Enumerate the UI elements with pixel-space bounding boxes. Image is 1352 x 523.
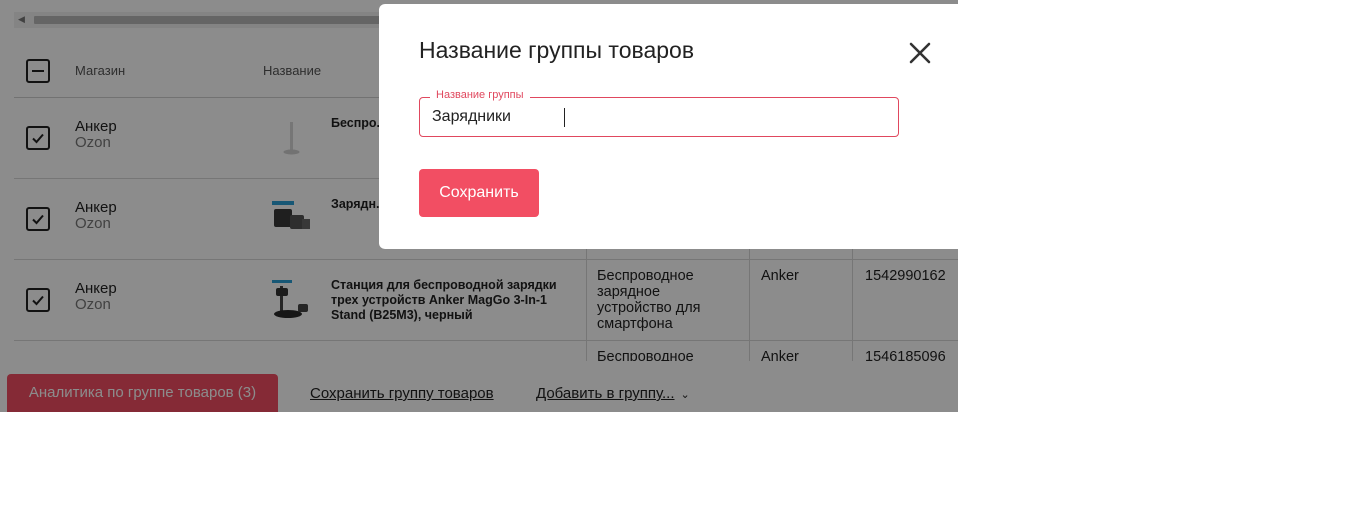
text-caret [564,108,565,127]
save-button[interactable]: Сохранить [419,169,539,217]
group-name-input[interactable] [432,107,882,127]
group-name-dialog: Название группы товаров Название группы … [379,4,958,249]
close-icon[interactable] [908,41,932,65]
dialog-title: Название группы товаров [419,37,695,63]
group-name-label: Название группы [430,89,530,101]
group-name-field[interactable]: Название группы [419,89,899,137]
product-table-page: ◀ Магазин Название Анкер Ozon Беспро... … [0,0,958,412]
